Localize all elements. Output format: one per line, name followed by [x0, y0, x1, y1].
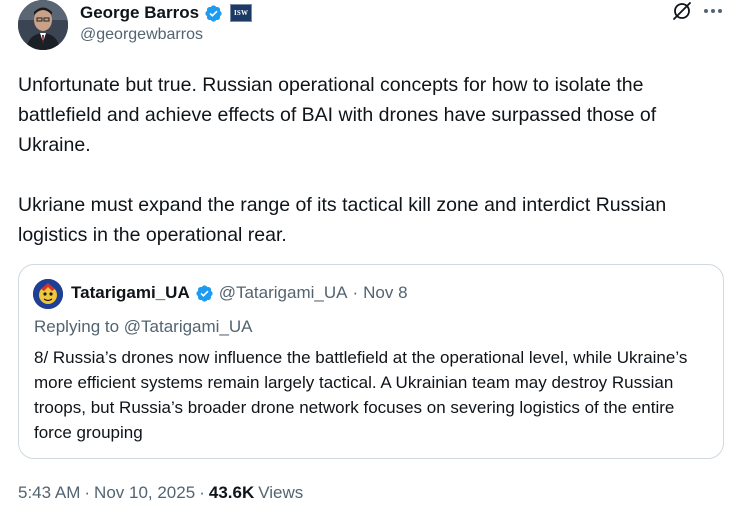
quoted-tweet[interactable]: Tatarigami_UA @Tatarigami_UA · Nov 8 Rep… [18, 264, 724, 459]
author-name-row: George Barros ISW [80, 2, 253, 24]
tweet-paragraph-1: Unfortunate but true. Russian operationa… [18, 74, 657, 156]
quoted-text: 8/ Russia’s drones now influence the bat… [34, 348, 688, 442]
author-avatar-image [18, 0, 68, 50]
tweet-card: George Barros ISW @georgewbarros Unfortu… [0, 0, 745, 516]
author-avatar[interactable] [18, 0, 68, 50]
more-options-icon[interactable] [704, 4, 726, 18]
quoted-replying-to[interactable]: Replying to @Tatarigami_UA [34, 317, 253, 337]
quoted-header: Tatarigami_UA @Tatarigami_UA · Nov 8 [71, 283, 408, 303]
quoted-handle[interactable]: @Tatarigami_UA [219, 283, 348, 303]
tweet-time[interactable]: 5:43 AM [18, 483, 80, 503]
grok-icon[interactable] [672, 1, 692, 21]
author-display-name[interactable]: George Barros [80, 3, 199, 23]
tweet-paragraph-2: Ukriane must expand the range of its tac… [18, 194, 667, 246]
quoted-avatar-image [33, 279, 63, 309]
affiliation-badge[interactable]: ISW [230, 4, 253, 22]
tweet-text: Unfortunate but true. Russian operationa… [18, 70, 718, 250]
tweet-meta: 5:43 AM · Nov 10, 2025 · 43.6K Views [18, 483, 303, 503]
quoted-date[interactable]: Nov 8 [363, 283, 407, 303]
quoted-display-name[interactable]: Tatarigami_UA [71, 283, 190, 303]
verified-badge-icon[interactable] [204, 4, 223, 23]
quoted-verified-badge-icon[interactable] [195, 284, 214, 303]
tweet-date[interactable]: Nov 10, 2025 [94, 483, 195, 503]
quoted-separator: · [352, 283, 359, 302]
quoted-author-avatar[interactable] [33, 279, 63, 309]
views-label: Views [258, 483, 304, 502]
meta-separator: · [199, 483, 205, 502]
meta-separator: · [84, 483, 91, 502]
views-count: 43.6K [208, 483, 255, 502]
author-handle[interactable]: @georgewbarros [80, 26, 203, 44]
